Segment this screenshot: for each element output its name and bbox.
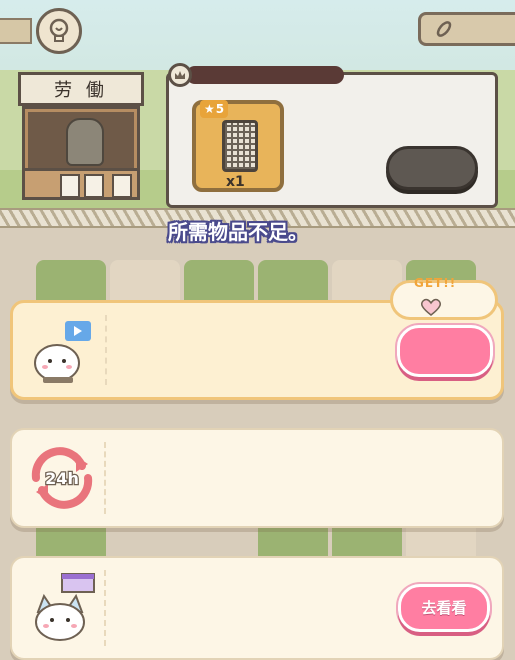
hachiware-watch-video-icon bbox=[34, 321, 91, 383]
go-look-button[interactable]: 去看看 bbox=[398, 584, 490, 632]
offer-card-shop[interactable]: 去看看 bbox=[10, 556, 504, 660]
lightbulb-icon bbox=[49, 18, 69, 42]
toast-message: 所需物品不足。 bbox=[168, 220, 308, 244]
disabled-action-button[interactable] bbox=[386, 146, 478, 190]
work-stall[interactable]: 劳 働 bbox=[18, 72, 144, 200]
heart-icon bbox=[420, 298, 442, 316]
progress-bar bbox=[186, 66, 344, 84]
hachiware-shop-icon bbox=[35, 573, 95, 641]
watch-video-button[interactable] bbox=[397, 325, 493, 377]
paper-icon bbox=[84, 174, 104, 198]
star-level: 5 bbox=[215, 102, 225, 116]
item-quantity: x1 bbox=[226, 174, 245, 190]
paper-icon bbox=[112, 174, 132, 198]
24h-refresh-icon: 24h bbox=[31, 447, 93, 509]
leaf-icon bbox=[436, 21, 452, 37]
star-level-badge: ★ 5 bbox=[200, 100, 228, 118]
24h-label: 24h bbox=[45, 469, 79, 488]
phone-icon bbox=[222, 120, 258, 172]
armor-character bbox=[66, 118, 104, 166]
go-look-button-label: 去看看 bbox=[421, 599, 467, 617]
crown-icon bbox=[168, 63, 192, 87]
paper-icon bbox=[60, 174, 80, 198]
wood-plank bbox=[0, 18, 32, 44]
offer-card-24h[interactable]: 24h bbox=[10, 428, 504, 528]
hint-button[interactable] bbox=[36, 8, 82, 54]
card-divider bbox=[104, 442, 106, 514]
card-divider bbox=[104, 570, 106, 646]
stall-sign: 劳 働 bbox=[18, 72, 144, 106]
currency-tab[interactable] bbox=[418, 12, 515, 46]
card-divider bbox=[105, 315, 107, 385]
get-badge: GET!! bbox=[414, 276, 457, 290]
star-icon: ★ bbox=[203, 102, 215, 116]
